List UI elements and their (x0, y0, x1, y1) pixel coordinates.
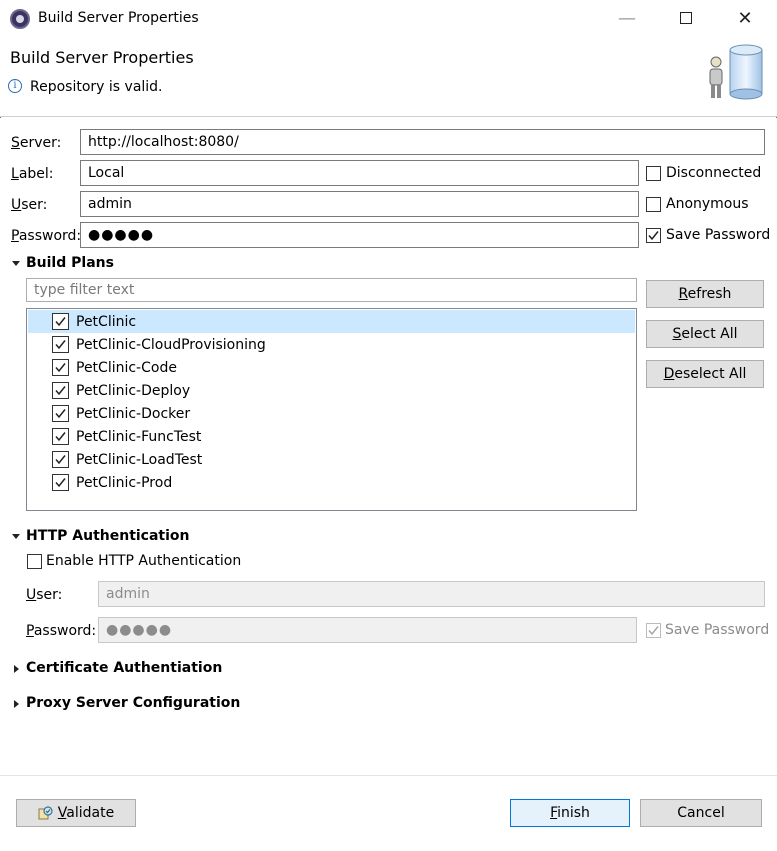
build-plan-checkbox[interactable] (52, 474, 69, 491)
minimize-icon: — (618, 7, 636, 29)
checkmark-icon (55, 432, 66, 442)
build-plan-label: PetClinic-FuncTest (76, 428, 202, 445)
checkmark-icon (55, 478, 66, 488)
deselect-all-button[interactable]: Deselect All (646, 360, 764, 388)
anonymous-label: Anonymous (666, 196, 749, 212)
expand-proxy-icon[interactable] (14, 700, 19, 708)
build-plan-row[interactable]: PetClinic (28, 310, 635, 333)
certificate-section-title[interactable]: Certificate Authentiation (26, 660, 222, 676)
checkmark-icon (55, 386, 66, 396)
info-icon: i (8, 79, 22, 93)
save-password-label: Save Password (666, 227, 771, 243)
password-label: Password: (11, 228, 82, 244)
http-auth-section-title[interactable]: HTTP Authentication (26, 528, 190, 544)
checkmark-icon (55, 340, 66, 350)
footer-separator (0, 775, 777, 776)
http-password-input[interactable]: ●●●●● (98, 617, 637, 643)
disconnected-label: Disconnected (666, 165, 762, 181)
password-input[interactable]: ●●●●● (80, 222, 639, 248)
window-title: Build Server Properties (38, 10, 199, 26)
build-plan-checkbox[interactable] (52, 428, 69, 445)
user-input[interactable]: admin (80, 191, 639, 217)
close-icon: ✕ (737, 7, 753, 29)
banner-title: Build Server Properties (10, 48, 194, 67)
build-plan-row[interactable]: PetClinic-LoadTest (28, 448, 635, 471)
maximize-icon (680, 12, 692, 24)
build-plan-label: PetClinic (76, 313, 137, 330)
finish-button-label: Finish (550, 805, 590, 821)
build-plan-checkbox[interactable] (52, 382, 69, 399)
proxy-section-title[interactable]: Proxy Server Configuration (26, 695, 240, 711)
select-all-button[interactable]: Select All (646, 320, 764, 348)
label-label: Label: (11, 166, 54, 182)
build-plans-section-title[interactable]: Build Plans (26, 255, 114, 271)
server-input[interactable]: http://localhost:8080/ (80, 129, 765, 155)
build-plan-row[interactable]: PetClinic-Prod (28, 471, 635, 494)
build-plan-label: PetClinic-Docker (76, 405, 191, 422)
repository-server-icon (709, 44, 763, 100)
minimize-button[interactable]: — (598, 0, 656, 36)
build-plan-label: PetClinic-Deploy (76, 382, 191, 399)
build-plan-checkbox[interactable] (52, 451, 69, 468)
build-plan-checkbox[interactable] (52, 313, 69, 330)
build-plans-list[interactable]: PetClinic PetClinic-CloudProvisioning PetC… (26, 308, 637, 511)
build-plan-row[interactable]: PetClinic-Code (28, 356, 635, 379)
build-plan-row[interactable]: PetClinic-FuncTest (28, 425, 635, 448)
build-plan-row[interactable]: PetClinic-Docker (28, 402, 635, 425)
enable-http-auth-checkbox[interactable] (27, 554, 42, 569)
checkmark-icon (55, 455, 66, 465)
banner-message: Repository is valid. (30, 79, 163, 95)
expand-certificate-icon[interactable] (14, 665, 19, 673)
maximize-button[interactable] (657, 0, 715, 36)
checkmark-icon (648, 626, 659, 636)
plan-filter-input[interactable]: type filter text (26, 278, 637, 302)
eclipse-app-icon (10, 9, 30, 29)
cancel-button-label: Cancel (677, 805, 725, 821)
build-plan-checkbox[interactable] (52, 405, 69, 422)
http-save-password-label: Save Password (665, 622, 770, 638)
refresh-button-label: Refresh (678, 286, 732, 302)
build-plan-checkbox[interactable] (52, 359, 69, 376)
validate-button-label: Validate (57, 805, 115, 821)
select-all-button-label: Select All (672, 326, 738, 342)
server-label: Server: (11, 135, 62, 151)
http-user-input[interactable]: admin (98, 581, 765, 607)
deselect-all-button-label: Deselect All (663, 366, 747, 382)
build-plan-row[interactable]: PetClinic-CloudProvisioning (28, 333, 635, 356)
checkmark-icon (55, 317, 66, 327)
http-password-label: Password: (26, 623, 97, 639)
http-save-password-checkbox[interactable] (646, 623, 661, 638)
checkmark-icon (55, 363, 66, 373)
build-plan-checkbox[interactable] (52, 336, 69, 353)
disconnected-checkbox[interactable] (646, 166, 661, 181)
refresh-button[interactable]: Refresh (646, 280, 764, 308)
finish-button[interactable]: Finish (510, 799, 630, 827)
user-label: User: (11, 197, 48, 213)
build-plan-label: PetClinic-Prod (76, 474, 173, 491)
build-plan-label: PetClinic-Code (76, 359, 177, 376)
expand-http-auth-icon[interactable] (12, 534, 20, 539)
save-password-checkbox[interactable] (646, 228, 661, 243)
http-user-label: User: (26, 587, 63, 603)
build-plan-label: PetClinic-CloudProvisioning (76, 336, 266, 353)
build-plan-label: PetClinic-LoadTest (76, 451, 203, 468)
checkmark-icon (55, 409, 66, 419)
cancel-button[interactable]: Cancel (640, 799, 762, 827)
validate-icon (38, 806, 53, 820)
checkmark-icon (648, 231, 659, 241)
expand-build-plans-icon[interactable] (12, 261, 20, 266)
validate-button[interactable]: Validate (16, 799, 136, 827)
enable-http-auth-label: Enable HTTP Authentication (46, 553, 242, 569)
build-plan-row[interactable]: PetClinic-Deploy (28, 379, 635, 402)
anonymous-checkbox[interactable] (646, 197, 661, 212)
close-button[interactable]: ✕ (716, 0, 774, 36)
label-input[interactable]: Local (80, 160, 639, 186)
